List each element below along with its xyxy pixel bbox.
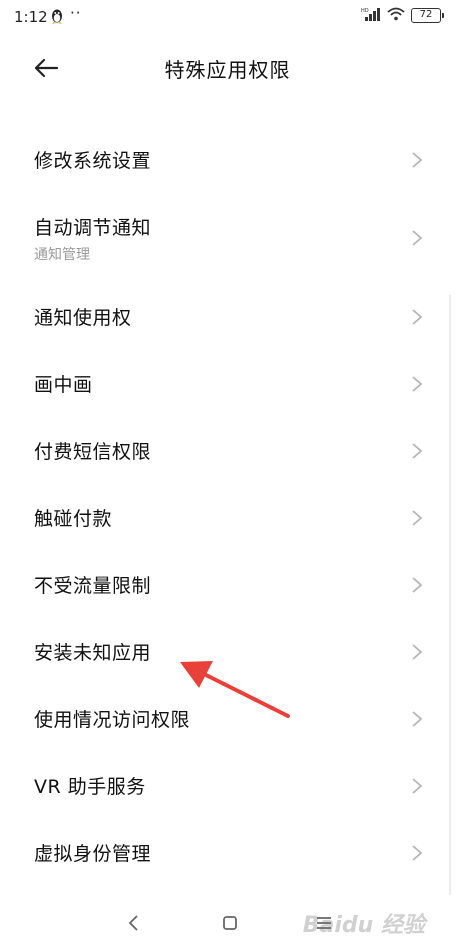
nav-home-button[interactable] <box>218 911 242 935</box>
nav-back-button[interactable] <box>122 911 146 935</box>
status-time: 1:12 <box>14 8 48 26</box>
list-item-premium-sms[interactable]: 付费短信权限 <box>0 417 455 484</box>
chevron-right-icon <box>412 151 423 168</box>
item-title: 安装未知应用 <box>34 642 152 664</box>
header: 特殊应用权限 <box>0 36 455 100</box>
chevron-right-icon <box>412 230 423 246</box>
list-item-usage-access[interactable]: 使用情况访问权限 <box>0 685 455 752</box>
list-item-auto-adjust-notifications[interactable]: 自动调节通知 通知管理 <box>0 193 455 283</box>
list-item-picture-in-picture[interactable]: 画中画 <box>0 350 455 417</box>
battery-icon: 72 <box>411 8 444 23</box>
item-title: 使用情况访问权限 <box>34 709 191 731</box>
item-title: 画中画 <box>34 374 93 396</box>
list-item-modify-system-settings[interactable]: 修改系统设置 <box>0 126 455 193</box>
svg-text:HD: HD <box>361 8 369 14</box>
chevron-left-icon <box>128 915 138 931</box>
item-title: 自动调节通知 <box>34 216 152 239</box>
chevron-right-icon <box>412 308 423 325</box>
item-title: 修改系统设置 <box>34 150 152 172</box>
list-item-tap-and-pay[interactable]: 触碰付款 <box>0 484 455 551</box>
settings-list: 修改系统设置 自动调节通知 通知管理 通知使用权 画中画 付费短信权限 触碰付款… <box>0 126 455 886</box>
list-item-virtual-identity-management[interactable]: 虚拟身份管理 <box>0 819 455 886</box>
list-item-install-unknown-apps[interactable]: 安装未知应用 <box>0 618 455 685</box>
chevron-right-icon <box>412 643 423 660</box>
chevron-right-icon <box>412 509 423 526</box>
chevron-right-icon <box>412 777 423 794</box>
item-title: VR 助手服务 <box>34 776 146 798</box>
chevron-right-icon <box>412 576 423 593</box>
navigation-bar: Baidu 经验 <box>0 899 455 947</box>
list-item-vr-helper-services[interactable]: VR 助手服务 <box>0 752 455 819</box>
scrollbar[interactable] <box>449 295 451 895</box>
chevron-right-icon <box>412 442 423 459</box>
chevron-right-icon <box>412 844 423 861</box>
status-bar: 1:12 ·· HD 72 <box>0 0 455 36</box>
watermark: Baidu 经验 <box>302 913 425 938</box>
status-indicators: HD 72 <box>361 6 444 25</box>
status-dots: ·· <box>70 4 82 22</box>
item-subtitle: 通知管理 <box>34 246 90 263</box>
wifi-icon <box>387 6 405 25</box>
chevron-right-icon <box>412 710 423 727</box>
list-item-notification-access[interactable]: 通知使用权 <box>0 283 455 350</box>
square-home-icon <box>223 916 237 930</box>
page-title: 特殊应用权限 <box>164 58 291 82</box>
item-title: 不受流量限制 <box>34 575 152 597</box>
list-item-unrestricted-data[interactable]: 不受流量限制 <box>0 551 455 618</box>
item-title: 付费短信权限 <box>34 441 152 463</box>
item-title: 触碰付款 <box>34 508 113 530</box>
chevron-right-icon <box>412 375 423 392</box>
item-title: 虚拟身份管理 <box>34 843 152 865</box>
item-title: 通知使用权 <box>34 307 132 329</box>
qq-penguin-icon <box>50 8 64 28</box>
signal-icon: HD <box>361 6 381 25</box>
